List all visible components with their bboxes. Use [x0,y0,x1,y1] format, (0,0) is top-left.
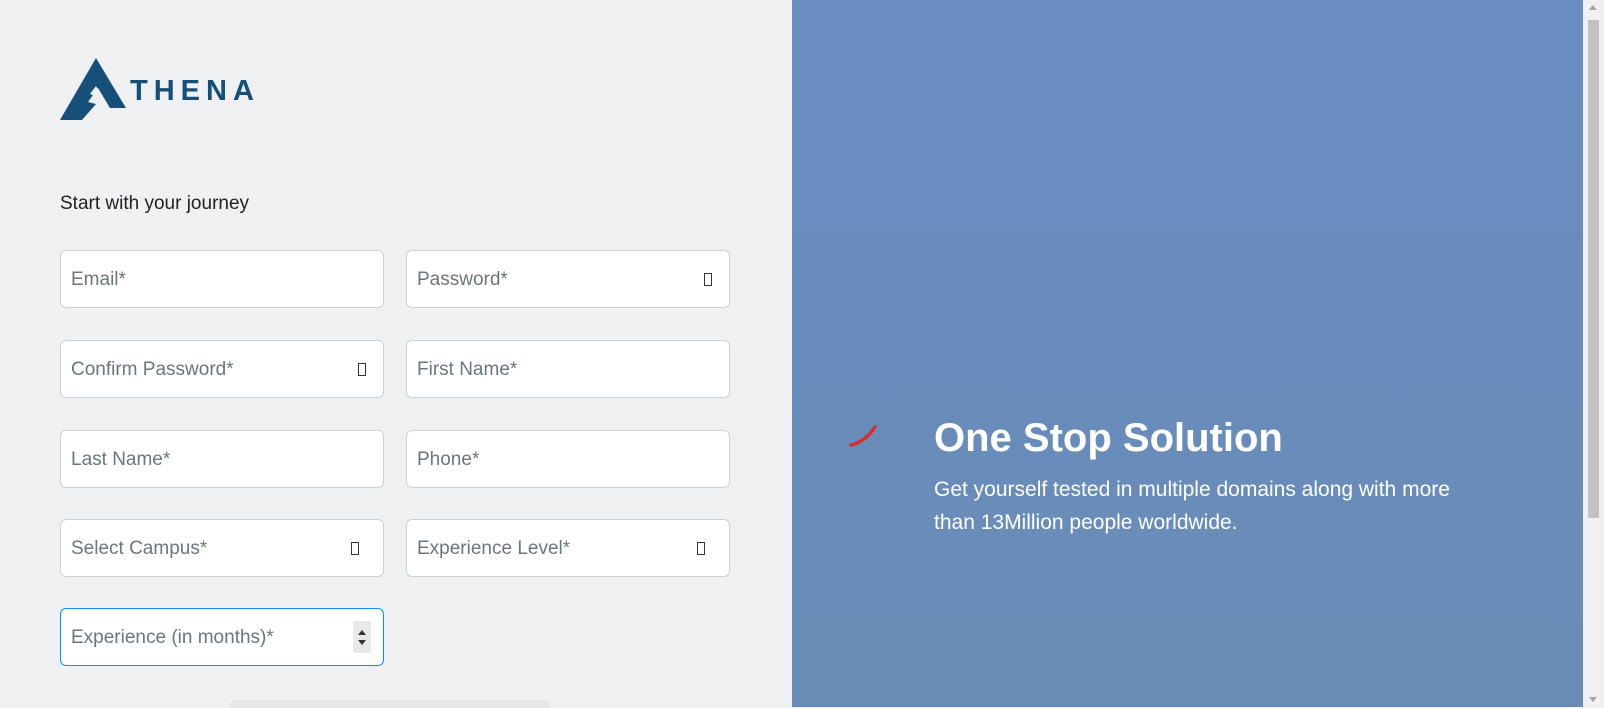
hero-description: Get yourself tested in multiple domains … [934,478,1450,534]
athena-a-logo-icon [60,58,126,120]
spinner-down-icon[interactable] [358,640,366,645]
confirm-password-field[interactable]: Confirm Password* [60,340,384,398]
email-placeholder: Email* [71,269,126,290]
number-spinner[interactable] [353,621,371,653]
scroll-up-icon[interactable] [1589,5,1597,10]
experience-level-select[interactable]: Experience Level* [406,519,730,577]
spinner-up-icon[interactable] [358,630,366,635]
athena-logo[interactable]: THENA [60,58,260,120]
form-subtitle: Start with your journey [60,193,250,214]
first-name-field[interactable]: First Name* [406,340,730,398]
email-field[interactable]: Email* [60,250,384,308]
confirm-password-placeholder: Confirm Password* [71,359,234,380]
loading-spinner-icon [849,425,877,447]
experience-level-placeholder: Experience Level* [417,538,571,559]
last-name-placeholder: Last Name* [71,449,171,470]
hero-panel [792,0,1583,707]
experience-level-dropdown-icon [697,542,705,555]
phone-placeholder: Phone* [417,449,480,470]
campus-select[interactable]: Select Campus* [60,519,384,577]
scroll-down-icon[interactable] [1589,697,1597,702]
confirm-password-toggle-icon[interactable] [358,363,366,376]
hero-title: One Stop Solution [934,416,1283,460]
scrollbar-thumb[interactable] [1588,20,1599,518]
experience-months-placeholder: Experience (in months)* [71,627,274,648]
last-name-field[interactable]: Last Name* [60,430,384,488]
signup-panel: THENA Start with your journey Email* Pas… [0,0,792,708]
password-toggle-icon[interactable] [704,273,712,286]
password-field[interactable]: Password* [406,250,730,308]
vertical-scrollbar[interactable] [1583,0,1604,707]
campus-placeholder: Select Campus* [71,538,208,559]
first-name-placeholder: First Name* [417,359,518,380]
experience-months-input[interactable]: Experience (in months)* [60,608,384,666]
password-placeholder: Password* [417,269,508,290]
phone-field[interactable]: Phone* [406,430,730,488]
campus-dropdown-icon [351,542,359,555]
logo-text: THENA [130,74,260,107]
